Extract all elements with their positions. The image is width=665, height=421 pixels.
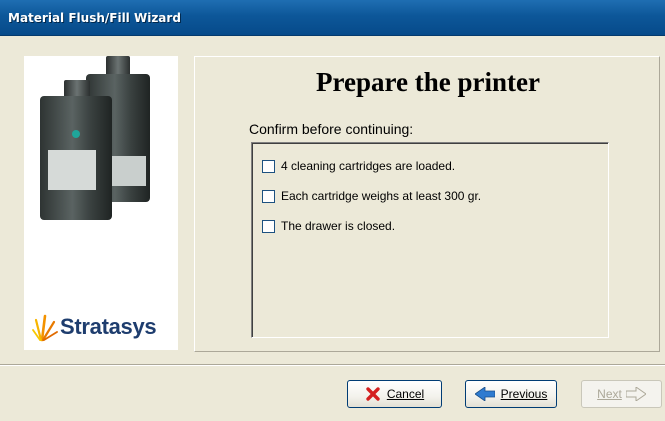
red-x-icon	[366, 387, 380, 401]
page-title: Prepare the printer	[316, 67, 540, 97]
confirm-label: Confirm before continuing:	[249, 121, 414, 137]
cartridge-bottle-image	[38, 80, 114, 220]
checklist-item-cartridges-loaded[interactable]: 4 cleaning cartridges are loaded.	[262, 157, 455, 175]
checklist-item-label: The drawer is closed.	[281, 219, 396, 233]
blue-left-arrow-icon	[474, 387, 495, 401]
right-arrow-icon	[625, 387, 646, 401]
content-panel: Prepare the printer Confirm before conti…	[194, 56, 660, 352]
window-title: Material Flush/Fill Wizard	[8, 11, 181, 25]
cancel-button[interactable]: Cancel	[347, 380, 442, 408]
checklist-item-label: Each cartridge weighs at least 300 gr.	[281, 189, 482, 203]
next-button-label: Next	[597, 387, 622, 401]
checklist-item-cartridge-weight[interactable]: Each cartridge weighs at least 300 gr.	[262, 187, 481, 205]
footer-separator	[0, 364, 665, 366]
cancel-button-label: Cancel	[386, 387, 425, 401]
previous-button-label: Previous	[500, 387, 548, 401]
checklist-group: 4 cleaning cartridges are loaded. Each c…	[251, 142, 609, 338]
next-button[interactable]: Next	[581, 380, 662, 408]
checkbox[interactable]	[262, 159, 275, 173]
checkbox[interactable]	[262, 219, 275, 233]
product-image-panel	[24, 56, 178, 350]
checklist-item-label: 4 cleaning cartridges are loaded.	[281, 159, 456, 173]
title-bar[interactable]: Material Flush/Fill Wizard	[0, 0, 665, 36]
checkbox[interactable]	[262, 189, 275, 203]
logo-wordmark: Stratasys	[60, 314, 157, 339]
previous-button[interactable]: Previous	[465, 380, 557, 408]
stratasys-burst-icon	[32, 314, 58, 342]
stratasys-logo: Stratasys	[30, 310, 180, 344]
checklist-item-drawer-closed[interactable]: The drawer is closed.	[262, 217, 395, 235]
wizard-window: Material Flush/Fill Wizard Stratasys Pre…	[0, 0, 665, 421]
